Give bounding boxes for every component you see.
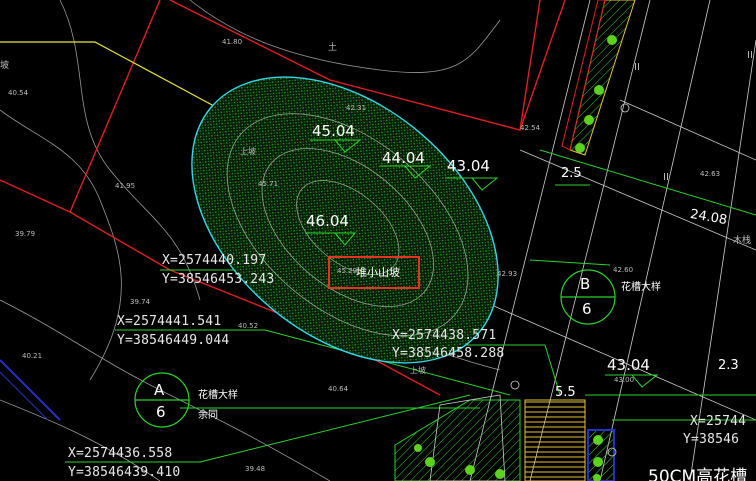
- coordinate-x: X=2574441.541: [117, 314, 222, 329]
- coordinate-y: Y=38546439.410: [68, 465, 181, 480]
- elevation-label: 43.04: [447, 157, 490, 175]
- dimension-label: 2.3: [718, 358, 739, 373]
- elevation-label: 46.04: [306, 212, 349, 230]
- cad-drawing-canvas[interactable]: 45.04 44.04 43.04 46.04 43.04 X=2574440.…: [0, 0, 756, 481]
- callout-b-title: 花槽大样: [621, 282, 661, 293]
- road-edge: [0, 41, 241, 121]
- callout-a-number: 6: [156, 403, 166, 421]
- elevation-label: 45.04: [312, 122, 355, 140]
- spot-elevation: 41.80: [222, 38, 243, 46]
- mound-label: 堆小山坡: [356, 266, 400, 279]
- planter-height-label: 50CM高花槽: [648, 467, 748, 481]
- grid-mark: II: [663, 172, 669, 183]
- coordinate-x: X=25744: [690, 414, 747, 429]
- dimension-label: 2.5: [561, 166, 582, 181]
- coordinate-y: Y=38546449.044: [117, 333, 230, 348]
- callout-a-letter: A: [154, 381, 165, 399]
- callout-b-letter: B: [580, 275, 591, 293]
- planter-strip-top: [561, 0, 636, 156]
- grid-mark: II: [634, 62, 640, 73]
- coordinate-x: X=2574440.197: [162, 253, 267, 268]
- boardwalk-mark: 木栈: [733, 236, 752, 246]
- callout-a-note: 余同: [198, 410, 218, 421]
- elevation-label: 43.04: [607, 356, 650, 374]
- callout-a-title: 花槽大样: [198, 390, 238, 401]
- spot-elevation: 42.54: [520, 124, 541, 132]
- spot-elevation: 42.93: [497, 270, 518, 278]
- spot-elevation: 42.31: [346, 104, 367, 112]
- coordinate-y: Y=38546458.288: [392, 346, 505, 361]
- spot-elevation: 42.63: [700, 170, 721, 178]
- blue-line-2: [0, 371, 49, 421]
- spot-elevation: 40.64: [328, 385, 349, 393]
- spot-elevation: 41.95: [115, 182, 136, 190]
- callout-b-number: 6: [582, 300, 592, 318]
- slope-mark: 上坡: [240, 147, 256, 156]
- spot-elevation: 39.74: [130, 298, 151, 306]
- slope-mark: 上坡: [410, 366, 426, 375]
- spot-elevation: 40.52: [238, 322, 259, 330]
- spot-elevation: 40.21: [22, 352, 43, 360]
- spot-elevation: 45.29: [337, 267, 358, 275]
- coordinate-x: X=2574436.558: [68, 446, 173, 461]
- dimension-label: 5.5: [555, 385, 576, 400]
- spot-elevation: 40.54: [8, 89, 29, 97]
- coordinate-y: Y=38546: [683, 432, 740, 447]
- slope-mark: 坡: [0, 61, 10, 71]
- grid-mark: II: [747, 50, 753, 61]
- elevation-label: 44.04: [382, 149, 425, 167]
- coordinate-x: X=2574438.571: [392, 328, 497, 343]
- spot-elevation: 45.71: [258, 180, 279, 188]
- spot-elevation: 43.00: [614, 376, 635, 384]
- spot-elevation: 39.48: [245, 465, 266, 473]
- soil-mark: 土: [328, 43, 338, 53]
- spot-elevation: 42.60: [613, 266, 634, 274]
- coordinate-y: Y=38546453.243: [162, 272, 275, 287]
- spot-elevation: 39.79: [15, 230, 36, 238]
- blue-line: [0, 359, 61, 421]
- cad-linework: [0, 0, 756, 481]
